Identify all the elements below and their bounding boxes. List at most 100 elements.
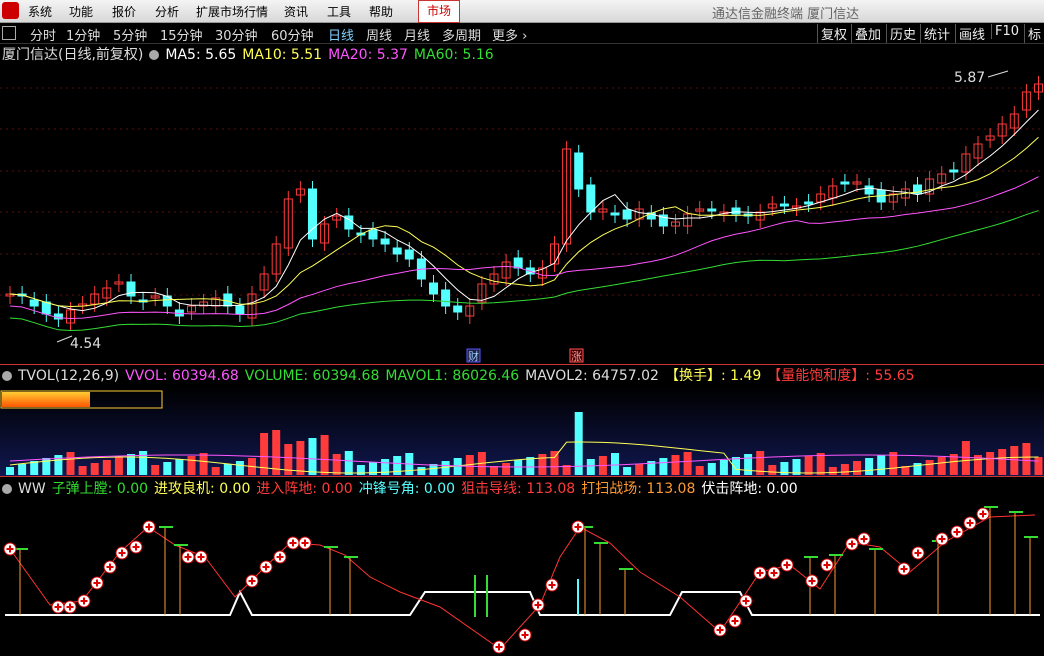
volume-bar xyxy=(816,453,825,475)
volume-bar xyxy=(744,454,753,475)
tab-daily[interactable]: 日线 xyxy=(328,25,354,44)
candle-body xyxy=(949,169,959,173)
candle-body xyxy=(779,203,789,207)
candle-body xyxy=(513,257,523,269)
menu-system[interactable]: 系统 xyxy=(28,3,52,20)
high-price-label: 5.87 xyxy=(954,70,985,86)
candle-body xyxy=(864,185,874,195)
volume-bar xyxy=(768,465,777,475)
candle-body xyxy=(586,184,596,213)
market-button[interactable]: 市场 xyxy=(418,0,460,23)
candle-body xyxy=(380,238,390,245)
volume-bar xyxy=(937,457,946,475)
volume-bar xyxy=(417,467,426,475)
volume-bar xyxy=(526,457,535,475)
menu-quote[interactable]: 报价 xyxy=(112,3,136,20)
candle-body xyxy=(368,229,378,240)
saturation-bar-fill xyxy=(2,392,90,407)
volume-bar xyxy=(828,467,837,475)
candle-body xyxy=(392,247,402,255)
tool-stats[interactable]: 统计 xyxy=(920,24,950,43)
app-logo-icon[interactable] xyxy=(2,2,19,19)
volume-bar xyxy=(163,462,172,475)
volume-bar xyxy=(356,465,365,475)
candle-body xyxy=(840,181,850,185)
ww-panel[interactable]: WW 子弹上膛: 0.00 进攻良机: 0.00 进入阵地: 0.00 冲锋号角: 0.… xyxy=(0,476,1044,656)
ambush-baseline xyxy=(5,589,1040,616)
tool-history[interactable]: 历史 xyxy=(886,24,916,43)
rise-marker-label: 涨 xyxy=(571,350,582,363)
candlestick-chart[interactable]: 5.87 4.54 财 涨 xyxy=(0,44,1044,364)
tool-f10[interactable]: F10 xyxy=(991,24,1019,39)
candle-body xyxy=(574,152,584,190)
volume-bar xyxy=(223,464,232,475)
app-title: 通达信金融终端 厦门信达 xyxy=(712,7,860,22)
ww-chart[interactable] xyxy=(0,477,1044,656)
volume-bar xyxy=(1010,446,1019,475)
tab-1min[interactable]: 1分钟 xyxy=(66,25,100,44)
volume-bar xyxy=(853,461,861,475)
volume-bar xyxy=(925,460,934,475)
volume-bar xyxy=(719,460,728,475)
volume-bar xyxy=(260,433,269,475)
volume-bar xyxy=(1034,457,1043,475)
volume-bar xyxy=(114,457,123,475)
low-price-label: 4.54 xyxy=(70,336,101,352)
tab-monthly[interactable]: 月线 xyxy=(404,25,430,44)
volume-bar xyxy=(502,463,511,475)
tool-draw[interactable]: 画线 xyxy=(955,24,985,43)
volume-bar xyxy=(102,460,111,475)
menu-tools[interactable]: 工具 xyxy=(327,3,351,20)
tab-weekly[interactable]: 周线 xyxy=(366,25,392,44)
volume-bar xyxy=(695,466,704,475)
volume-bar xyxy=(151,465,160,475)
volume-chart[interactable] xyxy=(0,365,1044,477)
tool-mark[interactable]: 标 xyxy=(1024,24,1041,43)
panel-toggle-icon[interactable] xyxy=(2,26,16,40)
volume-bar xyxy=(235,461,244,475)
menu-analysis[interactable]: 分析 xyxy=(155,3,179,20)
high-arrow xyxy=(987,70,1009,78)
tab-15min[interactable]: 15分钟 xyxy=(160,25,203,44)
tab-5min[interactable]: 5分钟 xyxy=(113,25,147,44)
menu-extended-market[interactable]: 扩展市场行情 xyxy=(196,3,268,20)
candle-body xyxy=(707,208,717,212)
menu-info[interactable]: 资讯 xyxy=(284,3,308,20)
menu-help[interactable]: 帮助 xyxy=(369,3,393,20)
finance-marker-label: 财 xyxy=(468,349,479,363)
volume-bar xyxy=(986,452,995,475)
ma-line xyxy=(9,109,1039,312)
candle-body xyxy=(441,289,451,307)
volume-bar xyxy=(344,451,353,475)
volume-bar xyxy=(586,459,595,475)
candle-body xyxy=(453,305,463,313)
volume-panel[interactable]: TVOL(12,26,9) VVOL: 60394.68 VOLUME: 60394… xyxy=(0,364,1044,477)
tab-multi-period[interactable]: 多周期 xyxy=(442,25,481,44)
volume-bar xyxy=(320,435,329,475)
candle-body xyxy=(223,293,233,307)
tool-rights[interactable]: 复权 xyxy=(817,24,847,43)
candle-body xyxy=(429,282,438,295)
tab-intraday[interactable]: 分时 xyxy=(30,25,56,44)
volume-bar xyxy=(865,458,874,475)
tool-overlay[interactable]: 叠加 xyxy=(851,24,881,43)
candle-body xyxy=(235,305,245,315)
tab-30min[interactable]: 30分钟 xyxy=(215,25,258,44)
candle-body xyxy=(622,209,632,220)
volume-bar xyxy=(78,466,87,475)
volume-bar xyxy=(707,463,716,475)
volume-bar xyxy=(90,463,99,475)
volume-bar xyxy=(1022,443,1031,475)
snipe-line xyxy=(9,514,1036,650)
tab-60min[interactable]: 60分钟 xyxy=(271,25,314,44)
volume-bar xyxy=(490,466,498,475)
tab-more[interactable]: 更多 › xyxy=(492,25,527,44)
kline-panel[interactable]: 厦门信达(日线,前复权) MA5: 5.65 MA10: 5.51 MA20: 5.3… xyxy=(0,44,1044,364)
period-toolbar: 分时 1分钟 5分钟 15分钟 30分钟 60分钟 日线 周线 月线 多周期 更… xyxy=(0,23,1044,44)
volume-bar xyxy=(683,452,692,475)
candle-body xyxy=(610,212,620,216)
volume-bar xyxy=(6,467,14,475)
volume-bar xyxy=(332,454,341,475)
menu-function[interactable]: 功能 xyxy=(69,3,93,20)
candle-body xyxy=(29,299,39,307)
